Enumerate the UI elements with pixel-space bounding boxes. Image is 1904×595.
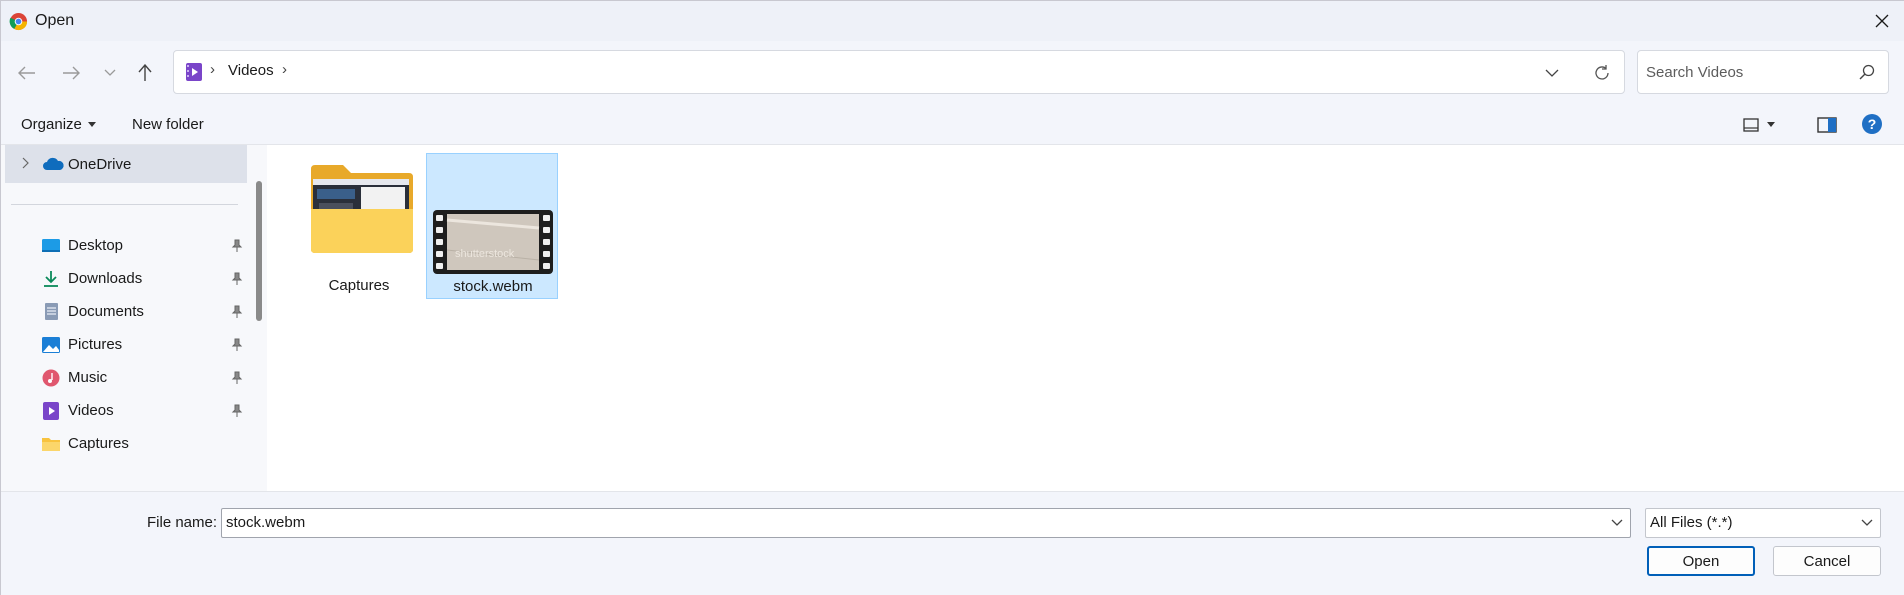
- chevron-down-icon: [1545, 69, 1559, 77]
- file-name-field[interactable]: stock.webm: [221, 508, 1631, 538]
- organize-button[interactable]: Organize: [21, 116, 96, 133]
- thumbnail-watermark: shutterstock: [455, 248, 515, 260]
- change-view-button[interactable]: [1743, 113, 1793, 137]
- folder-item-captures[interactable]: Captures: [293, 153, 425, 299]
- desktop-icon: [42, 239, 60, 252]
- arrow-up-icon: [138, 64, 152, 81]
- chevron-down-icon: [104, 69, 116, 76]
- open-button[interactable]: Open: [1647, 546, 1755, 576]
- cancel-button[interactable]: Cancel: [1773, 546, 1881, 576]
- sidebar-item-label: Captures: [68, 435, 129, 452]
- search-box[interactable]: [1637, 50, 1889, 94]
- search-icon[interactable]: [1858, 63, 1876, 81]
- chevron-right-icon[interactable]: [19, 156, 31, 170]
- help-icon[interactable]: ?: [1861, 113, 1883, 135]
- file-type-value: All Files (*.*): [1650, 514, 1733, 531]
- navigation-pane: OneDrive Desktop Downloads Documents Pic…: [1, 145, 267, 491]
- recent-locations-button[interactable]: [93, 56, 127, 90]
- close-button[interactable]: [1859, 1, 1904, 41]
- videos-icon: [43, 402, 59, 420]
- file-item-stock-webm[interactable]: shutterstock stock.webm: [426, 153, 558, 299]
- forward-button[interactable]: [54, 56, 88, 90]
- close-icon: [1875, 14, 1889, 28]
- documents-icon: [45, 303, 58, 320]
- sidebar-item-documents[interactable]: Documents: [5, 295, 247, 329]
- refresh-button[interactable]: [1590, 61, 1614, 85]
- downloads-icon: [44, 271, 58, 287]
- pin-icon[interactable]: [231, 272, 243, 286]
- sidebar-item-label: OneDrive: [68, 156, 132, 173]
- svg-text:?: ?: [1868, 116, 1877, 132]
- sidebar-item-label: Downloads: [68, 270, 143, 287]
- file-name-label: stock.webm: [453, 278, 533, 295]
- sidebar-item-captures[interactable]: Captures: [5, 427, 247, 461]
- sidebar-item-label: Music: [68, 369, 108, 386]
- pin-icon[interactable]: [231, 305, 243, 319]
- dialog-footer: File name: stock.webm All Files (*.*) Op…: [1, 491, 1904, 595]
- music-icon: [42, 369, 60, 387]
- file-name-label: File name:: [147, 514, 218, 531]
- sidebar-item-label: Pictures: [68, 336, 123, 353]
- open-dialog: Open › Videos › Search Videos Organize N…: [0, 0, 1904, 595]
- pictures-icon: [42, 337, 60, 353]
- pin-icon[interactable]: [231, 338, 243, 352]
- breadcrumb-separator: ›: [210, 61, 215, 78]
- sidebar-item-onedrive[interactable]: OneDrive: [5, 145, 247, 183]
- sidebar-item-label: Desktop: [68, 237, 124, 254]
- sidebar-item-music[interactable]: Music: [5, 361, 247, 395]
- videos-icon: [186, 63, 202, 81]
- arrow-left-icon: [18, 66, 35, 80]
- sidebar-item-videos[interactable]: Videos: [5, 394, 247, 428]
- up-button[interactable]: [128, 56, 162, 90]
- organize-label: Organize: [21, 116, 82, 133]
- breadcrumb-separator[interactable]: ›: [282, 61, 287, 78]
- video-file-icon: [433, 210, 553, 274]
- refresh-icon: [1595, 65, 1609, 80]
- view-icon: [1743, 118, 1759, 132]
- breadcrumb-videos[interactable]: Videos: [228, 62, 274, 79]
- sidebar-item-desktop[interactable]: Desktop: [5, 229, 247, 263]
- sidebar-item-downloads[interactable]: Downloads: [5, 262, 247, 296]
- sidebar-item-label: Videos: [68, 402, 114, 419]
- file-list: Captures shutterstock stock.webm: [267, 145, 1904, 491]
- file-name-value[interactable]: stock.webm: [226, 514, 305, 531]
- onedrive-cloud-icon: [43, 157, 64, 170]
- sidebar-item-pictures[interactable]: Pictures: [5, 328, 247, 362]
- command-bar: Organize New folder ?: [1, 103, 1904, 145]
- pin-icon[interactable]: [231, 239, 243, 253]
- chevron-down-icon: [1861, 519, 1873, 526]
- new-folder-button[interactable]: New folder: [132, 116, 204, 133]
- arrow-right-icon: [63, 66, 80, 80]
- pin-icon[interactable]: [231, 371, 243, 385]
- sidebar-scrollbar[interactable]: [256, 181, 262, 321]
- folder-icon: [311, 165, 413, 253]
- sidebar-item-label: Documents: [68, 303, 144, 320]
- back-button[interactable]: [10, 56, 44, 90]
- chevron-down-icon[interactable]: [1610, 516, 1624, 530]
- title-bar: Open: [1, 1, 1904, 41]
- navigation-bar: › Videos ›: [1, 41, 1904, 103]
- file-type-select[interactable]: All Files (*.*): [1645, 508, 1881, 538]
- folder-icon: [42, 438, 60, 451]
- address-history-dropdown[interactable]: [1540, 62, 1564, 84]
- chrome-app-icon: [9, 12, 28, 31]
- address-bar[interactable]: › Videos ›: [173, 50, 1625, 94]
- pin-icon[interactable]: [231, 404, 243, 418]
- preview-pane-icon[interactable]: [1815, 113, 1839, 137]
- caret-down-icon: [87, 121, 96, 127]
- search-input[interactable]: [1646, 59, 1846, 85]
- caret-down-icon: [1767, 122, 1775, 127]
- file-name-label: Captures: [328, 277, 390, 294]
- sidebar-divider: [11, 204, 238, 205]
- window-title: Open: [35, 12, 75, 29]
